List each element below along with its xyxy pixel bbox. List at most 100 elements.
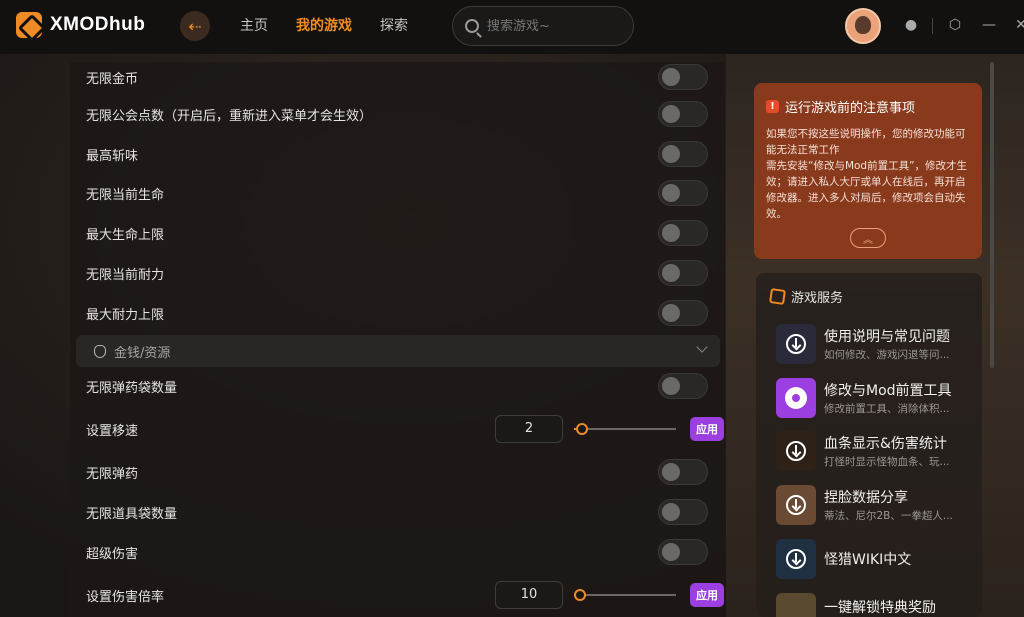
download-icon	[786, 549, 806, 569]
option-label: 设置移速	[86, 423, 139, 439]
user-avatar[interactable]	[845, 8, 881, 44]
arrow-left-icon: ⇠	[188, 16, 202, 36]
service-item[interactable]: 一键解锁特典奖励	[776, 593, 976, 617]
option-toggle[interactable]	[658, 141, 708, 167]
option-toggle[interactable]	[658, 260, 708, 286]
service-title: 修改与Mod前置工具	[824, 383, 952, 399]
option-row: 无限当前耐力	[86, 258, 716, 288]
notification-icon[interactable]: ●	[902, 16, 920, 34]
header-divider	[932, 18, 933, 34]
app-logo[interactable]: XMODhub	[16, 12, 145, 38]
option-label: 无限当前耐力	[86, 267, 165, 283]
close-icon[interactable]: ✕	[1012, 16, 1024, 34]
option-label: 无限金币	[86, 71, 139, 87]
mod-tool-icon	[785, 387, 807, 409]
option-toggle[interactable]	[658, 373, 708, 399]
option-row: 最高斩味	[86, 139, 716, 169]
notice-body: 如果您不按这些说明操作，您的修改功能可能无法正常工作 需先安装“修改与Mod前置…	[766, 128, 968, 220]
chevron-up-icon: ︽	[863, 234, 873, 246]
service-desc: 修改前置工具、消除体积...	[824, 403, 950, 415]
back-button[interactable]: ⇠	[180, 11, 210, 41]
service-item[interactable]: 使用说明与常见问题 如何修改、游戏闪退等问...	[776, 324, 976, 366]
service-title: 捏脸数据分享	[824, 490, 908, 506]
top-bar: XMODhub ⇠ 主页 我的游戏 探索 ● ⬡ — ✕	[0, 0, 1024, 54]
download-icon	[786, 495, 806, 515]
option-toggle[interactable]	[658, 499, 708, 525]
service-thumbnail	[776, 324, 816, 364]
option-label: 无限道具袋数量	[86, 506, 178, 522]
option-toggle[interactable]	[658, 64, 708, 90]
option-row: 无限弹药袋数量	[86, 371, 716, 401]
service-item[interactable]: 血条显示&伤害统计 打怪时显示怪物血条、玩...	[776, 431, 976, 473]
option-label: 无限公会点数（开启后，重新进入菜单才会生效）	[86, 108, 373, 124]
search-input[interactable]	[487, 18, 617, 34]
option-label: 无限当前生命	[86, 187, 165, 203]
right-scrollbar[interactable]	[990, 62, 994, 368]
option-row: 最大生命上限	[86, 218, 716, 248]
game-services-card: 游戏服务 使用说明与常见问题 如何修改、游戏闪退等问... 修改与Mod前置工具…	[756, 273, 982, 617]
services-header: 游戏服务	[769, 287, 844, 306]
speed-value-input[interactable]: 2	[495, 415, 563, 443]
option-row: 超级伤害	[86, 537, 716, 567]
alert-icon: !	[766, 100, 779, 113]
option-row: 无限道具袋数量	[86, 497, 716, 527]
service-title: 怪猎WIKI中文	[824, 552, 912, 568]
nav-my-games[interactable]: 我的游戏	[296, 15, 352, 35]
notice-title: ! 运行游戏前的注意事项	[766, 97, 970, 116]
service-title: 血条显示&伤害统计	[824, 436, 947, 452]
option-label: 最高斩味	[86, 148, 139, 164]
damage-slider[interactable]	[574, 589, 676, 601]
cheat-options-panel: 无限金币 无限公会点数（开启后，重新进入菜单才会生效） 最高斩味 无限当前生命 …	[70, 62, 725, 617]
service-thumbnail	[776, 431, 816, 471]
option-row: 无限公会点数（开启后，重新进入菜单才会生效）	[86, 99, 716, 129]
option-label: 设置伤害倍率	[86, 589, 165, 605]
service-item[interactable]: 捏脸数据分享 蒂法、尼尔2B、一拳超人...	[776, 485, 976, 527]
option-label: 无限弹药袋数量	[86, 380, 178, 396]
nav-explore[interactable]: 探索	[380, 15, 408, 35]
section-label: 金钱/资源	[114, 345, 171, 361]
option-toggle[interactable]	[658, 220, 708, 246]
apply-button[interactable]: 应用	[690, 417, 724, 441]
option-row: 无限金币	[86, 62, 716, 92]
services-title: 游戏服务	[791, 291, 844, 306]
option-toggle[interactable]	[658, 300, 708, 326]
collapse-button[interactable]: ︽	[850, 228, 886, 248]
service-title: 使用说明与常见问题	[824, 329, 950, 345]
option-toggle[interactable]	[658, 539, 708, 565]
minimize-icon[interactable]: —	[980, 16, 998, 34]
box-icon	[769, 288, 786, 305]
option-label: 无限弹药	[86, 466, 139, 482]
option-toggle[interactable]	[658, 101, 708, 127]
logo-text: XMODhub	[50, 14, 146, 35]
download-icon	[786, 441, 806, 461]
option-label: 最大耐力上限	[86, 307, 165, 323]
service-item[interactable]: 怪猎WIKI中文	[776, 539, 976, 581]
option-row: 无限当前生命	[86, 178, 716, 208]
service-item[interactable]: 修改与Mod前置工具 修改前置工具、消除体积...	[776, 378, 976, 420]
damage-multiplier-input[interactable]: 10	[495, 581, 563, 609]
option-row-slider: 设置伤害倍率 10 应用	[86, 580, 724, 610]
option-toggle[interactable]	[658, 180, 708, 206]
option-row-slider: 设置移速 2 应用	[86, 414, 724, 444]
speed-slider[interactable]	[574, 423, 676, 435]
option-label: 最大生命上限	[86, 227, 165, 243]
service-desc: 如何修改、游戏闪退等问...	[824, 349, 950, 361]
settings-icon[interactable]: ⬡	[946, 16, 964, 34]
option-toggle[interactable]	[658, 459, 708, 485]
service-thumbnail	[776, 378, 816, 418]
search-box[interactable]	[452, 6, 634, 46]
nav-home[interactable]: 主页	[240, 15, 268, 35]
search-icon	[465, 19, 479, 33]
service-thumbnail	[776, 485, 816, 525]
apply-button[interactable]: 应用	[690, 583, 724, 607]
service-desc: 打怪时显示怪物血条、玩...	[824, 456, 950, 468]
notice-card: ! 运行游戏前的注意事项 如果您不按这些说明操作，您的修改功能可能无法正常工作 …	[754, 83, 982, 259]
service-thumbnail	[776, 539, 816, 579]
notice-title-text: 运行游戏前的注意事项	[785, 101, 916, 116]
section-header-money-resources[interactable]: 金钱/资源	[76, 335, 720, 367]
service-thumbnail	[776, 593, 816, 617]
slider-knob[interactable]	[574, 589, 586, 601]
download-icon	[786, 334, 806, 354]
xmod-logo-icon	[16, 12, 42, 38]
slider-knob[interactable]	[576, 423, 588, 435]
